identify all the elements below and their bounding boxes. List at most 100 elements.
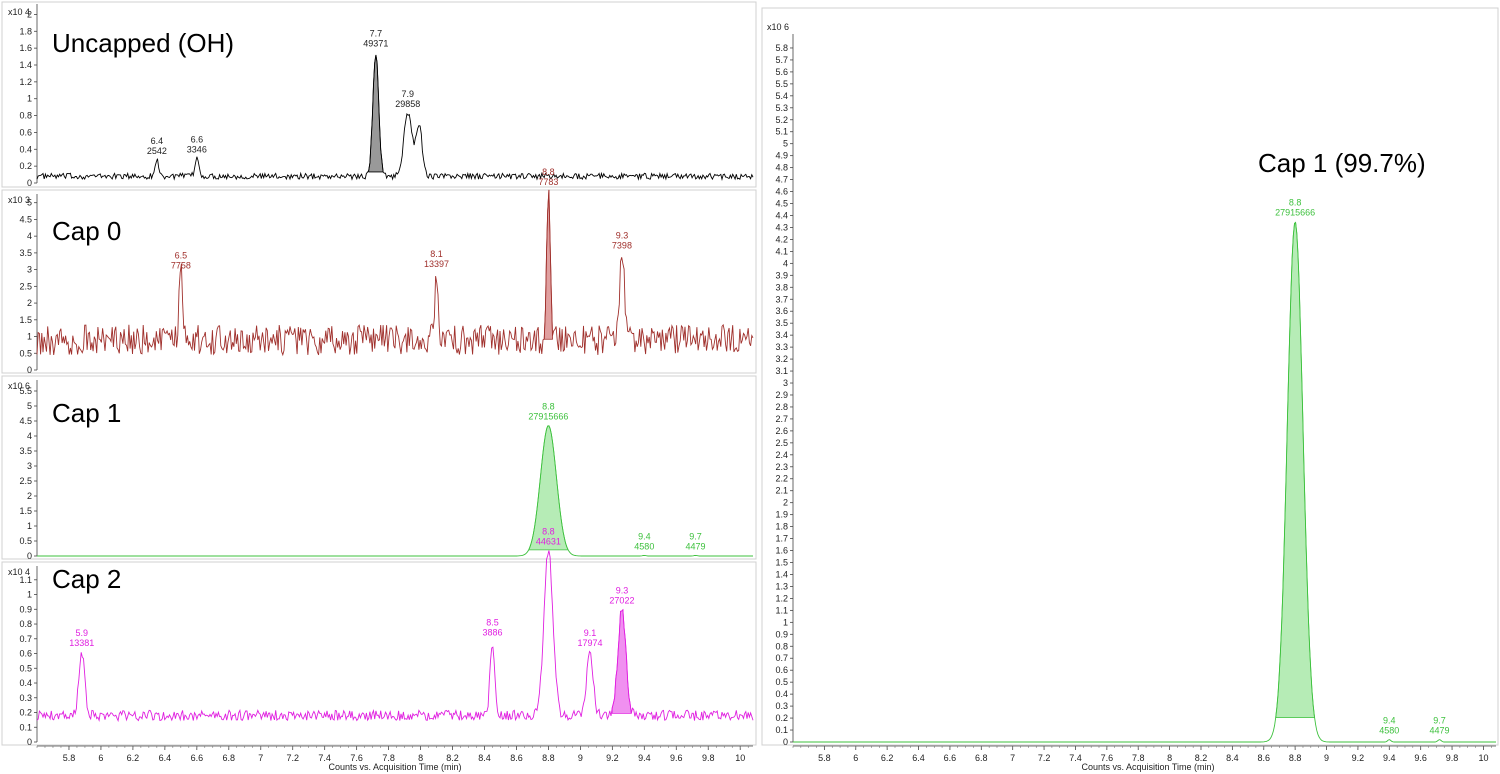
peak-label-time-cap0-3: 9.3: [616, 231, 629, 241]
y-tick-label-cap0: 4: [27, 231, 32, 241]
y-tick-label-large: 5.5: [775, 79, 788, 89]
y-tick-label-large: 4.4: [775, 210, 788, 220]
y-tick-label-large: 3.5: [775, 318, 788, 328]
y-tick-label-cap0: 3: [27, 265, 32, 275]
x-tick-label-left: 9.2: [606, 753, 619, 763]
panel-cap0: 00.511.522.533.544.556.577588.1133978.87…: [1, 167, 757, 375]
y-tick-label-cap1: 0: [27, 551, 32, 561]
y-tick-label-cap2: 0.1: [19, 722, 32, 732]
y-tick-label-large: 4.7: [775, 175, 788, 185]
y-tick-label-large: 5: [783, 139, 788, 149]
x-tick-label-left: 6.4: [159, 753, 172, 763]
x-tick-label-left: 6.8: [223, 753, 236, 763]
peak-label-time-large-1: 9.4: [1383, 716, 1396, 726]
y-tick-label-cap0: 2.5: [19, 281, 32, 291]
y-tick-label-large: 0.7: [775, 653, 788, 663]
peak-label-time-uncapped-3: 7.9: [402, 89, 415, 99]
y-tick-label-large: 4.3: [775, 222, 788, 232]
y-tick-label-large: 3.4: [775, 330, 788, 340]
x-axis-label-left: Counts vs. Acquisition Time (min): [328, 762, 461, 772]
y-tick-label-cap2: 0.8: [19, 619, 32, 629]
y-tick-label-large: 3.6: [775, 306, 788, 316]
y-tick-label-large: 4.9: [775, 151, 788, 161]
y-tick-label-cap2: 0.2: [19, 708, 32, 718]
y-tick-label-large: 3.1: [775, 366, 788, 376]
x-tick-label-right: 8.4: [1226, 753, 1239, 763]
peak-label-area-cap0-0: 7758: [171, 261, 191, 271]
peak-label-time-cap1-1: 9.4: [638, 531, 651, 541]
y-tick-label-large: 2.4: [775, 450, 788, 460]
y-tick-label-cap0: 4.5: [19, 214, 32, 224]
x-tick-label-right: 9.2: [1352, 753, 1365, 763]
y-tick-label-large: 1.9: [775, 510, 788, 520]
peak-label-time-cap2-2: 8.8: [542, 526, 555, 536]
panel-frame-large: [761, 7, 1499, 746]
y-tick-label-large: 1.5: [775, 558, 788, 568]
y-tick-label-large: 0.4: [775, 689, 788, 699]
y-tick-label-large: 2.5: [775, 438, 788, 448]
y-tick-label-uncapped: 0: [27, 178, 32, 188]
y-tick-label-large: 2.7: [775, 414, 788, 424]
peak-label-area-cap2-3: 17974: [577, 638, 602, 648]
y-tick-label-large: 1.2: [775, 593, 788, 603]
y-tick-label-large: 4.5: [775, 199, 788, 209]
y-tick-label-large: 0.3: [775, 701, 788, 711]
y-tick-label-large: 3: [783, 378, 788, 388]
peak-label-area-cap0-3: 7398: [612, 241, 632, 251]
peak-label-time-cap1-0: 8.8: [542, 402, 555, 412]
y-tick-label-large: 3.7: [775, 294, 788, 304]
y-tick-label-large: 0.1: [775, 725, 788, 735]
y-tick-label-large: 1.4: [775, 569, 788, 579]
y-tick-label-large: 5.7: [775, 55, 788, 65]
y-tick-label-large: 2.8: [775, 402, 788, 412]
y-tick-label-uncapped: 0.2: [19, 161, 32, 171]
y-multiplier-cap1: x10 6: [8, 381, 30, 391]
y-tick-label-large: 2: [783, 498, 788, 508]
y-tick-label-cap0: 1.5: [19, 315, 32, 325]
x-tick-label-left: 5.8: [63, 753, 76, 763]
y-tick-label-large: 1.7: [775, 534, 788, 544]
y-multiplier-uncapped: x10 4: [8, 7, 30, 17]
y-tick-label-large: 3.8: [775, 282, 788, 292]
y-tick-label-large: 3.3: [775, 342, 788, 352]
y-tick-label-large: 5.3: [775, 103, 788, 113]
x-tick-label-right: 8.8: [1289, 753, 1302, 763]
y-tick-label-uncapped: 1.4: [19, 60, 32, 70]
x-tick-label-right: 7: [1010, 753, 1015, 763]
y-multiplier-cap2: x10 4: [8, 567, 30, 577]
y-tick-label-large: 3.9: [775, 270, 788, 280]
y-tick-label-large: 4.6: [775, 187, 788, 197]
y-tick-label-large: 0.8: [775, 641, 788, 651]
y-tick-label-large: 1: [783, 617, 788, 627]
x-tick-label-right: 9.4: [1383, 753, 1396, 763]
y-tick-label-cap1: 1.5: [19, 506, 32, 516]
peak-label-time-cap0-2: 8.8: [542, 167, 555, 177]
y-tick-label-large: 1.6: [775, 546, 788, 556]
y-tick-label-large: 2.6: [775, 426, 788, 436]
x-tick-label-left: 6.2: [127, 753, 140, 763]
left-stacked-chromatograms: 00.20.40.60.811.21.41.61.826.425426.6334…: [1, 1, 757, 763]
x-tick-label-right: 7.2: [1038, 753, 1051, 763]
y-tick-label-large: 0: [783, 737, 788, 747]
peak-label-area-cap2-0: 13381: [69, 638, 94, 648]
y-tick-label-large: 1.8: [775, 522, 788, 532]
peak-label-time-cap2-4: 9.3: [616, 585, 629, 595]
y-tick-label-cap2: 0.6: [19, 649, 32, 659]
panel-title-cap1: Cap 1: [52, 398, 121, 428]
x-tick-label-left: 6: [98, 753, 103, 763]
y-tick-label-cap1: 3.5: [19, 446, 32, 456]
x-tick-label-left: 9.6: [670, 753, 683, 763]
x-tick-label-left: 7.2: [286, 753, 299, 763]
x-tick-label-right: 5.8: [818, 753, 831, 763]
peak-label-time-uncapped-1: 6.6: [191, 135, 204, 145]
y-tick-label-large: 2.3: [775, 462, 788, 472]
x-tick-label-right: 6.4: [912, 753, 925, 763]
y-tick-label-uncapped: 1.8: [19, 26, 32, 36]
y-tick-label-large: 5.1: [775, 127, 788, 137]
x-tick-label-right: 6.2: [881, 753, 894, 763]
y-tick-label-cap0: 1: [27, 332, 32, 342]
peak-label-area-large-0: 27915666: [1275, 207, 1315, 217]
peak-label-time-cap2-0: 5.9: [75, 628, 88, 638]
x-tick-label-right: 8.6: [1258, 753, 1271, 763]
y-tick-label-uncapped: 0.4: [19, 144, 32, 154]
